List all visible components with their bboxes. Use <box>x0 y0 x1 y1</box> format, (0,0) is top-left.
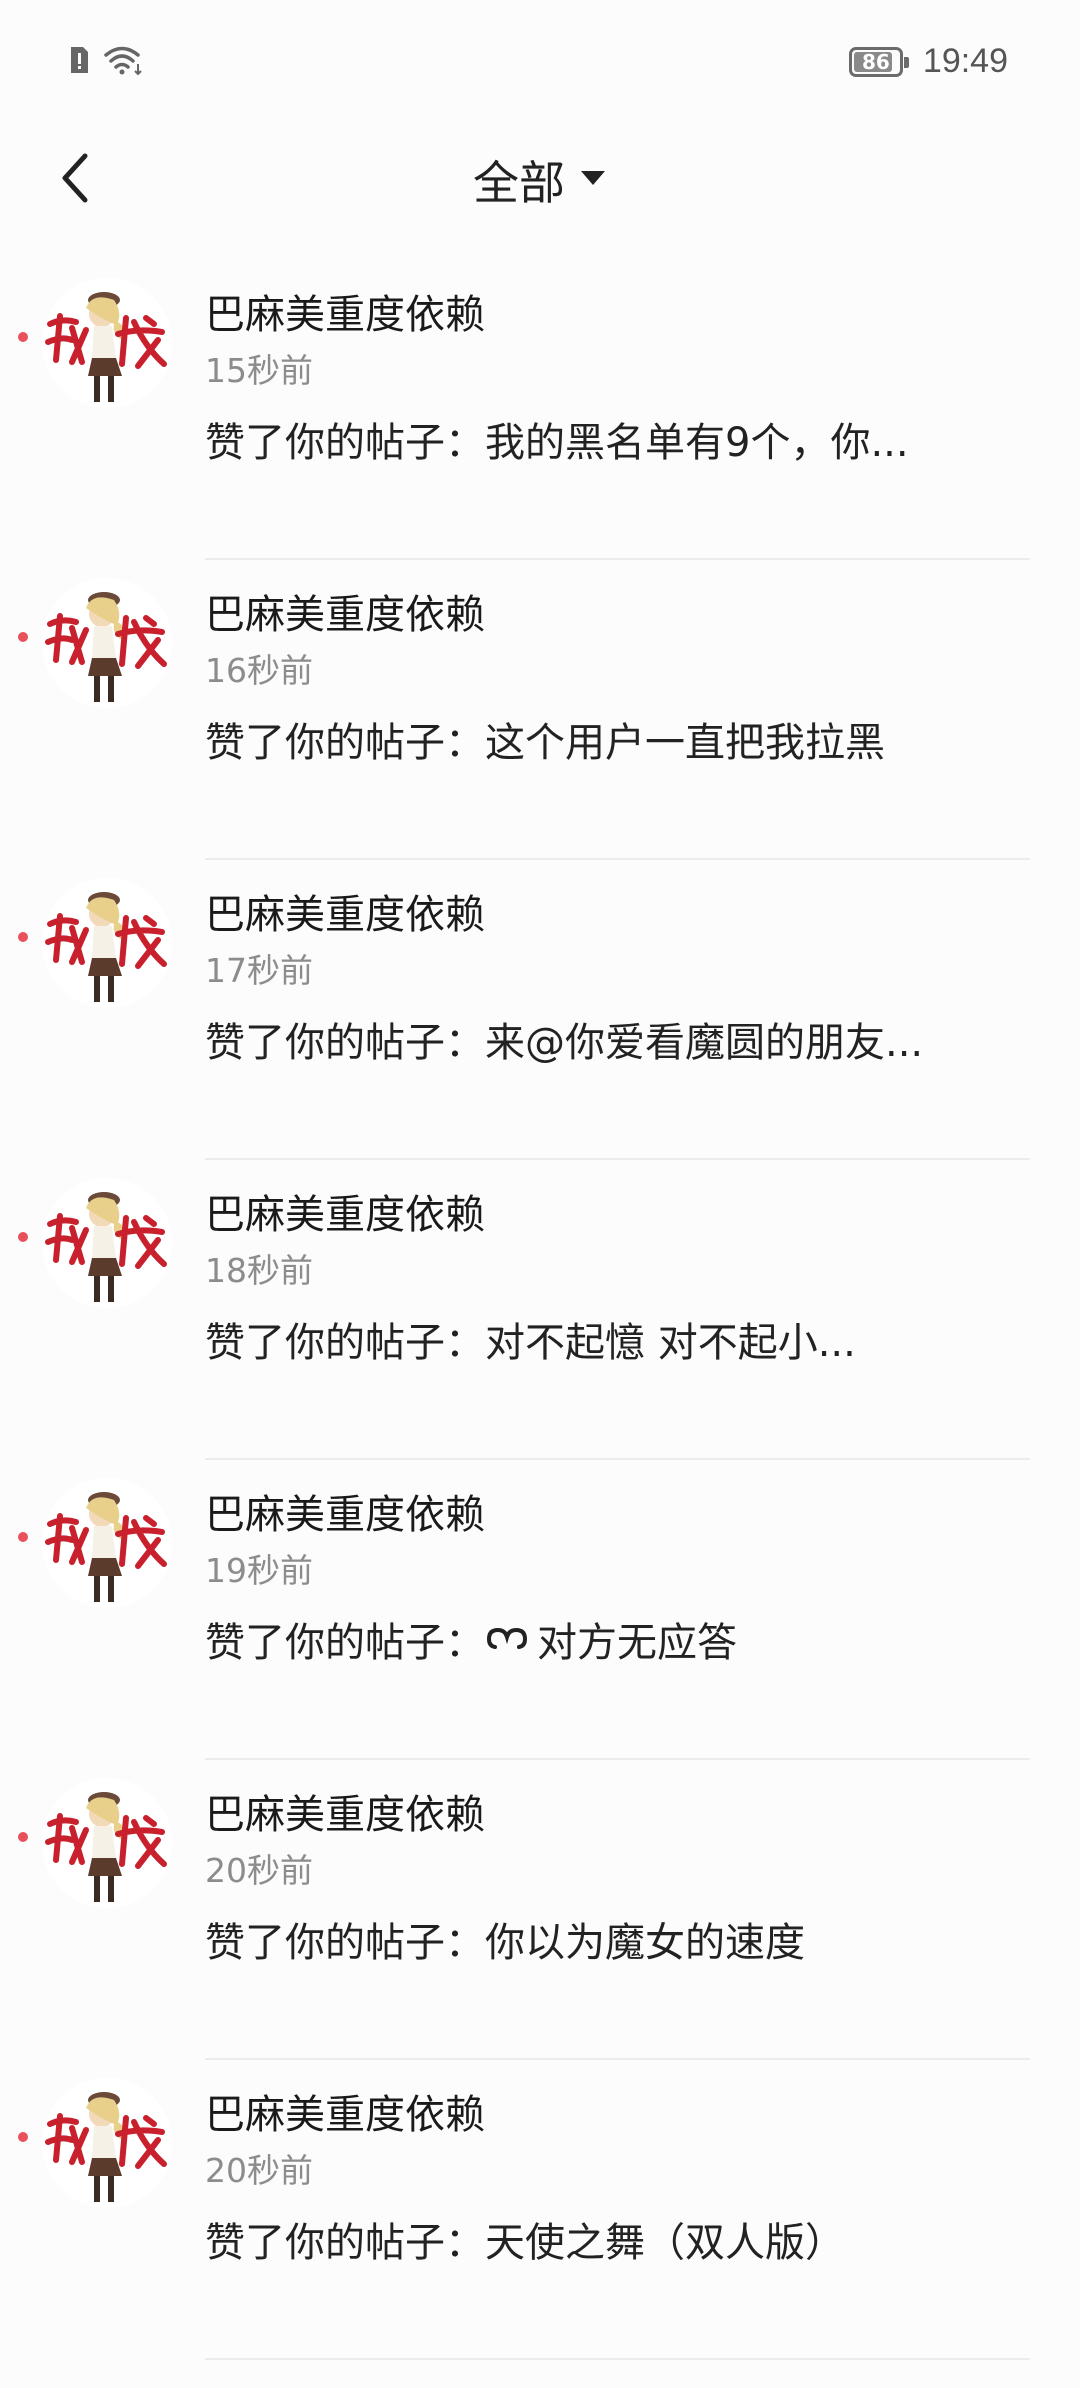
notification-item[interactable]: 巴麻美重度依赖 20秒前 赞了你的帖子： 天使之舞（双人版） <box>0 2060 1080 2360</box>
notification-list: 巴麻美重度依赖 15秒前 赞了你的帖子： 我的黑名单有9个，你... 巴麻美重度… <box>0 260 1080 2360</box>
status-time: 19:49 <box>922 42 1008 80</box>
notification-item[interactable]: 巴麻美重度依赖 17秒前 赞了你的帖子： 来@你爱看魔圆的朋友... <box>0 860 1080 1160</box>
unread-dot <box>18 2132 28 2142</box>
notification-item[interactable]: 巴麻美重度依赖 18秒前 赞了你的帖子： 对不起憶 对不起小... <box>0 1160 1080 1460</box>
link-icon <box>485 1626 529 1652</box>
header: 全部 <box>0 130 1080 240</box>
status-icons-left <box>68 44 144 80</box>
notification-content: 赞了你的帖子： 来@你爱看魔圆的朋友... <box>205 1010 1025 1068</box>
user-name[interactable]: 巴麻美重度依赖 <box>205 882 485 940</box>
notification-content: 赞了你的帖子： 天使之舞（双人版） <box>205 2210 1025 2268</box>
status-bar: 86 19:49 <box>0 0 1080 130</box>
action-label: 赞了你的帖子： <box>205 1920 485 1966</box>
timestamp: 18秒前 <box>205 1251 313 1290</box>
notification-item[interactable]: 巴麻美重度依赖 16秒前 赞了你的帖子： 这个用户一直把我拉黑 <box>0 560 1080 860</box>
avatar[interactable] <box>42 578 172 708</box>
user-name[interactable]: 巴麻美重度依赖 <box>205 1482 485 1540</box>
notification-content: 赞了你的帖子： 这个用户一直把我拉黑 <box>205 710 1025 768</box>
notification-content: 赞了你的帖子： 对不起憶 对不起小... <box>205 1310 1025 1368</box>
avatar[interactable] <box>42 2078 172 2208</box>
avatar[interactable] <box>42 1478 172 1608</box>
notification-content: 赞了你的帖子： 对方无应答 <box>205 1610 1025 1668</box>
post-title: 这个用户一直把我拉黑 <box>485 720 885 766</box>
post-title: 对不起憶 对不起小... <box>485 1320 856 1366</box>
action-label: 赞了你的帖子： <box>205 2220 485 2266</box>
post-title: 天使之舞（双人版） <box>485 2220 845 2266</box>
unread-dot <box>18 932 28 942</box>
timestamp: 20秒前 <box>205 2151 313 2190</box>
action-label: 赞了你的帖子： <box>205 1320 485 1366</box>
action-label: 赞了你的帖子： <box>205 720 485 766</box>
post-title: 你以为魔女的速度 <box>485 1920 805 1966</box>
unread-dot <box>18 1532 28 1542</box>
wifi-icon <box>104 44 144 80</box>
post-title: 对方无应答 <box>537 1620 737 1666</box>
caret-down-icon <box>579 168 607 192</box>
filter-dropdown[interactable]: 全部 <box>0 140 1080 220</box>
timestamp: 17秒前 <box>205 951 313 990</box>
post-title: 我的黑名单有9个，你... <box>485 420 909 466</box>
unread-dot <box>18 332 28 342</box>
status-icons-right: 86 19:49 <box>848 42 1008 81</box>
user-name[interactable]: 巴麻美重度依赖 <box>205 582 485 640</box>
unread-dot <box>18 1232 28 1242</box>
page-title: 全部 <box>473 156 565 210</box>
avatar[interactable] <box>42 278 172 408</box>
action-label: 赞了你的帖子： <box>205 1020 485 1066</box>
timestamp: 19秒前 <box>205 1551 313 1590</box>
timestamp: 20秒前 <box>205 1851 313 1890</box>
avatar[interactable] <box>42 878 172 1008</box>
unread-dot <box>18 632 28 642</box>
battery-icon: 86 <box>848 46 909 77</box>
user-name[interactable]: 巴麻美重度依赖 <box>205 282 485 340</box>
notification-item[interactable]: 巴麻美重度依赖 15秒前 赞了你的帖子： 我的黑名单有9个，你... <box>0 260 1080 560</box>
user-name[interactable]: 巴麻美重度依赖 <box>205 2082 485 2140</box>
unread-dot <box>18 1832 28 1842</box>
avatar[interactable] <box>42 1178 172 1308</box>
notification-content: 赞了你的帖子： 我的黑名单有9个，你... <box>205 410 1025 468</box>
action-label: 赞了你的帖子： <box>205 420 485 466</box>
post-title: 来@你爱看魔圆的朋友... <box>485 1020 924 1066</box>
user-name[interactable]: 巴麻美重度依赖 <box>205 1182 485 1240</box>
notification-item[interactable]: 巴麻美重度依赖 20秒前 赞了你的帖子： 你以为魔女的速度 <box>0 1760 1080 2060</box>
notification-item[interactable]: 巴麻美重度依赖 19秒前 赞了你的帖子： 对方无应答 <box>0 1460 1080 1760</box>
timestamp: 15秒前 <box>205 351 313 390</box>
sim-alert-icon <box>68 45 90 79</box>
notification-content: 赞了你的帖子： 你以为魔女的速度 <box>205 1910 1025 1968</box>
battery-percent: 86 <box>861 49 890 74</box>
timestamp: 16秒前 <box>205 651 313 690</box>
divider <box>205 2358 1030 2360</box>
action-label: 赞了你的帖子： <box>205 1620 485 1666</box>
avatar[interactable] <box>42 1778 172 1908</box>
user-name[interactable]: 巴麻美重度依赖 <box>205 1782 485 1840</box>
